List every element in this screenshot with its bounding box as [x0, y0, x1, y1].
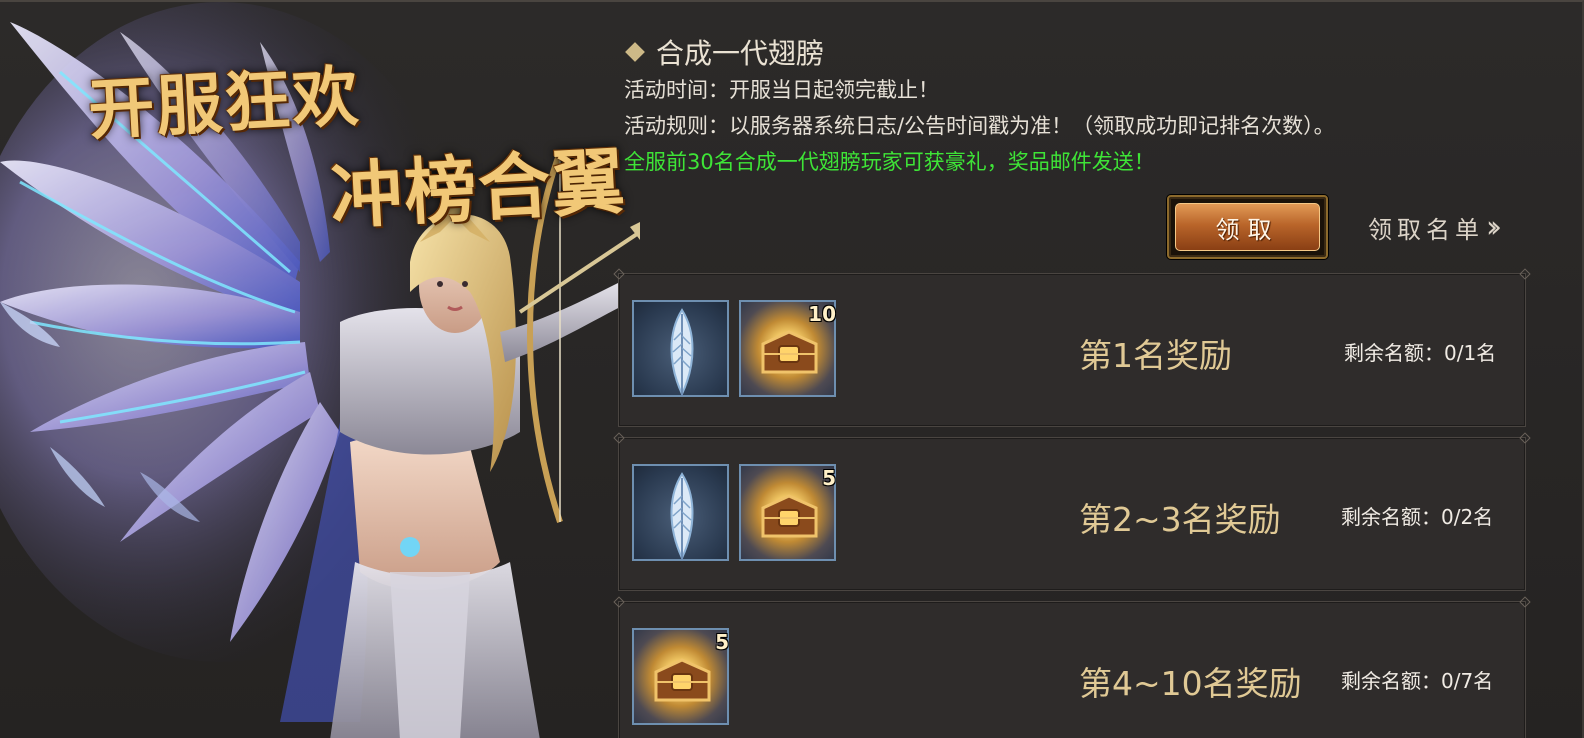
remaining-slots: 剩余名额：0/7名: [1341, 669, 1494, 693]
rank-label: 第2~3名奖励: [1079, 500, 1281, 539]
banner-title-line1: 开服狂欢: [86, 56, 363, 150]
activity-title-text: 合成一代翅膀: [656, 37, 825, 70]
diamond-bullet-icon: [625, 42, 645, 62]
item-count: 5: [822, 466, 836, 490]
reward-slot-chest[interactable]: 5: [739, 464, 836, 561]
reward-row-rank-2-3: 5 第2~3名奖励 剩余名额：0/2名: [618, 437, 1526, 591]
feather-icon: [670, 472, 694, 561]
event-panel: 开服狂欢 冲榜合翼 合成一代翅膀 活动时间：开服当日起领完截止！ 活动规则：以服…: [0, 0, 1584, 738]
remaining-slots: 剩余名额：0/1名: [1344, 341, 1497, 365]
feather-icon: [670, 308, 694, 397]
reward-slot-chest[interactable]: 10: [739, 300, 836, 397]
remaining-slots: 剩余名额：0/2名: [1341, 505, 1494, 529]
banner-artwork: 开服狂欢 冲榜合翼: [0, 2, 640, 738]
reward-slot-feather[interactable]: [632, 464, 729, 561]
double-chevron-right-icon: ››: [1486, 209, 1502, 245]
rank-label: 第1名奖励: [1079, 336, 1232, 375]
claim-list-label: 领取名单: [1368, 215, 1484, 244]
claim-button[interactable]: 领取: [1167, 195, 1328, 259]
reward-slot-chest[interactable]: 5: [632, 628, 729, 725]
reward-row-rank-4-10: 5 第4~10名奖励 剩余名额：0/7名: [618, 601, 1526, 738]
rank-label: 第4~10名奖励: [1079, 664, 1302, 703]
activity-rule: 活动规则：以服务器系统日志/公告时间戳为准！（领取成功即记排名次数）。: [624, 114, 1335, 138]
activity-time: 活动时间：开服当日起领完截止！: [624, 78, 939, 102]
claim-list-link[interactable]: 领取名单 ››: [1368, 207, 1502, 247]
item-count: 10: [808, 302, 836, 326]
claim-button-label: 领取: [1175, 203, 1320, 251]
item-count: 5: [715, 630, 729, 654]
activity-reward-note: 全服前30名合成一代翅膀玩家可获豪礼，奖品邮件发送！: [624, 150, 1155, 174]
banner-title-line2: 冲榜合翼: [328, 138, 629, 239]
activity-info: 合成一代翅膀 活动时间：开服当日起领完截止！ 活动规则：以服务器系统日志/公告时…: [624, 32, 1524, 180]
activity-title: 合成一代翅膀: [624, 32, 1524, 72]
reward-slot-feather[interactable]: [632, 300, 729, 397]
reward-row-rank-1: 10 第1名奖励 剩余名额：0/1名: [618, 273, 1526, 427]
